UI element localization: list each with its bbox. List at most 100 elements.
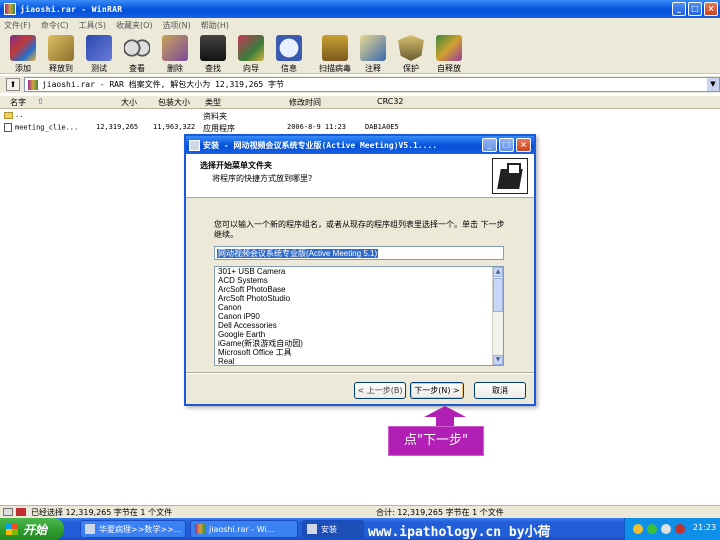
menu-file[interactable]: 文件(F) — [4, 20, 31, 31]
column-name[interactable]: 名字 — [10, 97, 26, 108]
menu-help[interactable]: 帮助(H) — [201, 20, 229, 31]
dialog-minimize-button[interactable]: _ — [482, 138, 497, 152]
winrar-app-icon — [4, 3, 16, 15]
find-button[interactable]: 查找 — [194, 32, 232, 74]
tray-icon-1[interactable] — [633, 524, 643, 534]
scroll-down-icon[interactable]: ▼ — [493, 355, 503, 365]
scan-icon — [322, 35, 348, 61]
close-button[interactable]: × — [704, 2, 718, 16]
program-group-item[interactable]: Google Earth — [215, 330, 503, 339]
watermark: www.ipathology.cn by小荷 — [368, 525, 551, 540]
program-group-list[interactable]: 301+ USB Camera ACD Systems ArcSoft PhotoB… — [214, 266, 504, 366]
sfx-button[interactable]: 自释放 — [430, 32, 468, 74]
menu-options[interactable]: 选项(N) — [163, 20, 191, 31]
start-button[interactable]: 开始 — [0, 518, 64, 540]
menu-favorites[interactable]: 收藏夹(O) — [116, 20, 153, 31]
extract-button[interactable]: 释放到 — [42, 32, 80, 74]
program-group-item[interactable]: 301+ USB Camera — [215, 267, 503, 276]
view-icon — [124, 35, 150, 61]
lock-icon — [16, 508, 26, 516]
cancel-button[interactable]: 取消 — [474, 382, 526, 399]
tray-icon-4[interactable] — [675, 524, 685, 534]
dialog-separator — [186, 372, 534, 374]
program-group-item[interactable]: ArcSoft PhotoBase — [215, 285, 503, 294]
task-setup-label: 安装 — [321, 524, 337, 534]
back-button[interactable]: < 上一步(B) — [354, 382, 406, 399]
find-label: 查找 — [205, 64, 221, 73]
system-tray: 21:23 — [624, 518, 720, 540]
menu-tools[interactable]: 工具(S) — [79, 20, 106, 31]
program-group-item[interactable]: Dell Accessories — [215, 321, 503, 330]
parent-folder-type: 资料夹 — [203, 112, 227, 121]
up-folder-button[interactable]: ⬆ — [6, 78, 20, 91]
wizard-button[interactable]: 向导 — [232, 32, 270, 74]
file-icon — [4, 123, 12, 132]
task-browser-label: 华夏病理>>数学>>... — [99, 524, 182, 534]
column-modified[interactable]: 修改时间 — [289, 97, 321, 108]
scroll-up-icon[interactable]: ▲ — [493, 267, 503, 277]
dialog-title: 安装 - 网动视频会议系统专业版(Active Meeting)V5.1.... — [203, 140, 438, 150]
maximize-button[interactable]: □ — [688, 2, 702, 16]
scan-virus-button[interactable]: 扫描病毒 — [316, 32, 354, 74]
status-total: 合计: 12,319,265 字节在 1 个文件 — [376, 508, 504, 517]
view-label: 查看 — [129, 64, 145, 73]
add-label: 添加 — [15, 64, 31, 73]
test-icon — [86, 35, 112, 61]
program-group-item[interactable]: Real — [215, 357, 503, 365]
program-group-item[interactable]: Canon iP90 — [215, 312, 503, 321]
file-row-parent[interactable]: .. 资料夹 — [0, 111, 720, 122]
dialog-heading: 选择开始菜单文件夹 — [200, 161, 272, 170]
minimize-button[interactable]: _ — [672, 2, 686, 16]
file-row[interactable]: meeting_clie... 12,319,265 11,963,322 应用… — [0, 123, 720, 134]
column-crc32[interactable]: CRC32 — [377, 97, 404, 106]
scan-label: 扫描病毒 — [319, 64, 351, 73]
folder-icon — [4, 111, 13, 119]
browser-icon — [85, 524, 95, 534]
extract-icon — [48, 35, 74, 61]
next-button[interactable]: 下一步(N) > — [410, 382, 464, 399]
task-browser[interactable]: 华夏病理>>数学>>... — [80, 520, 186, 538]
file-packed-size: 11,963,322 — [153, 123, 196, 131]
test-button[interactable]: 测试 — [80, 32, 118, 74]
chevron-down-icon[interactable]: ▼ — [707, 78, 719, 91]
program-group-item[interactable]: ArcSoft PhotoStudio — [215, 294, 503, 303]
dialog-close-button[interactable]: × — [516, 138, 531, 152]
dialog-titlebar: 安装 - 网动视频会议系统专业版(Active Meeting)V5.1....… — [186, 136, 534, 154]
dialog-maximize-button[interactable]: □ — [499, 138, 514, 152]
window-title: jiaoshi.rar - WinRAR — [20, 4, 123, 14]
info-button[interactable]: 信息 — [270, 32, 308, 74]
view-button[interactable]: 查看 — [118, 32, 156, 74]
program-group-item[interactable]: Microsoft Office 工具 — [215, 348, 503, 357]
program-group-item[interactable]: Canon — [215, 303, 503, 312]
sfx-label: 自释放 — [437, 64, 461, 73]
program-group-item[interactable]: ACD Systems — [215, 276, 503, 285]
program-group-value: 网动视频会议系统专业版(Active Meeting 5.1) — [217, 249, 379, 258]
column-type[interactable]: 类型 — [205, 97, 221, 108]
program-group-item[interactable]: iGame(新浪游戏自动园) — [215, 339, 503, 348]
delete-button[interactable]: 删除 — [156, 32, 194, 74]
column-size[interactable]: 大小 — [121, 97, 137, 108]
column-packed[interactable]: 包装大小 — [158, 97, 190, 108]
sfx-icon — [436, 35, 462, 61]
protect-button[interactable]: 保护 — [392, 32, 430, 74]
program-group-input[interactable]: 网动视频会议系统专业版(Active Meeting 5.1) — [214, 246, 504, 260]
file-name-label: meeting_clie... — [15, 123, 79, 132]
comment-button[interactable]: 注释 — [354, 32, 392, 74]
shield-icon[interactable] — [647, 524, 657, 534]
parent-folder-name: .. — [4, 111, 23, 119]
clock: 21:23 — [693, 523, 717, 532]
add-button[interactable]: 添加 — [4, 32, 42, 74]
protect-label: 保护 — [403, 64, 419, 73]
address-field[interactable]: jiaoshi.rar - RAR 档案文件, 解包大小为 12,319,265… — [23, 77, 720, 92]
window-controls: _ □ × — [672, 2, 718, 16]
setup-icon — [189, 139, 200, 151]
task-winrar[interactable]: jiaoshi.rar - Wi... — [190, 520, 298, 538]
menu-commands[interactable]: 命令(C) — [41, 20, 69, 31]
find-icon — [200, 35, 226, 61]
scroll-thumb[interactable] — [493, 278, 503, 312]
add-icon — [10, 35, 36, 61]
delete-icon — [162, 35, 188, 61]
list-scrollbar[interactable]: ▲ ▼ — [492, 267, 503, 365]
task-setup[interactable]: 安装 — [302, 520, 364, 538]
speaker-icon[interactable] — [661, 524, 671, 534]
